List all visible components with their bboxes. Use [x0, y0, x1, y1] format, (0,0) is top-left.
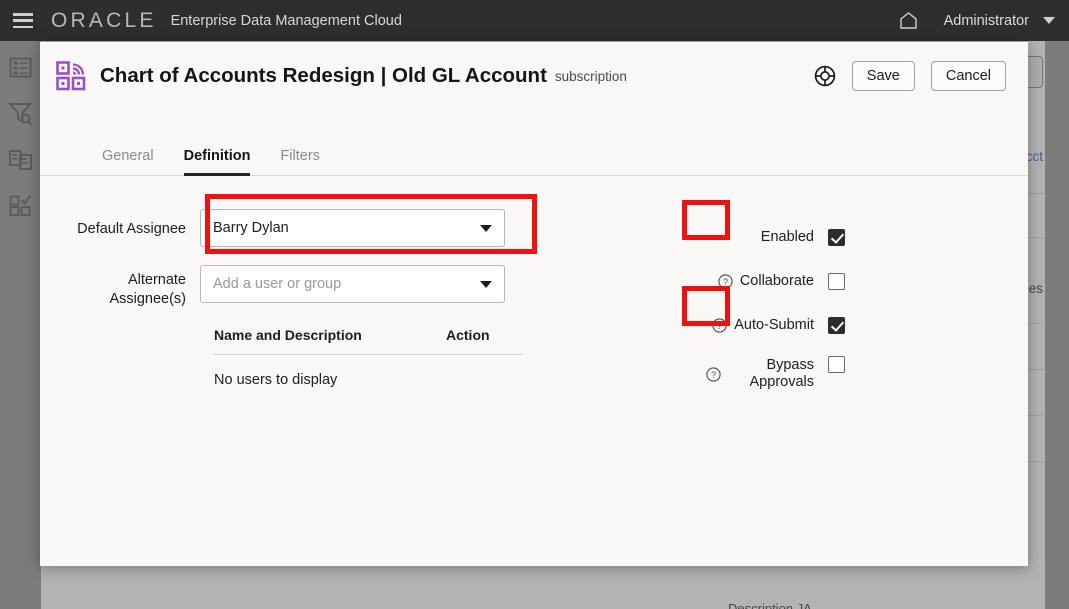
chevron-down-icon[interactable]	[480, 225, 492, 232]
checkbox-bypass-approvals[interactable]	[828, 356, 845, 373]
oracle-logo: ORACLE	[51, 8, 157, 32]
assignee-section: Default Assignee Barry Dylan Alternate A…	[40, 209, 585, 401]
option-row-bypass-approvals: ? Bypass Approvals	[605, 347, 845, 401]
options-section: Enabled ? Collaborate ? Auto-Submit ? By…	[605, 209, 845, 401]
save-button[interactable]: Save	[851, 61, 915, 91]
application-name: Enterprise Data Management Cloud	[170, 12, 402, 29]
dialog-header: Chart of Accounts Redesign | Old GL Acco…	[40, 42, 1028, 110]
header-right-actions: Administrator	[892, 12, 1069, 29]
default-assignee-label: Default Assignee	[77, 221, 186, 237]
tab-filters[interactable]: Filters	[280, 148, 319, 176]
option-label-collaborate: Collaborate	[739, 272, 814, 289]
sidebar-item-browse[interactable]	[8, 55, 33, 80]
option-row-collaborate: ? Collaborate	[605, 259, 845, 303]
option-label-enabled: Enabled	[760, 228, 814, 245]
dialog-title: Chart of Accounts Redesign | Old GL Acco…	[100, 64, 547, 87]
table-header-row: Name and Description Action	[214, 327, 522, 355]
tab-definition[interactable]: Definition	[183, 148, 251, 176]
hamburger-menu-icon[interactable]	[13, 13, 33, 28]
default-assignee-select[interactable]: Barry Dylan	[200, 209, 505, 247]
home-icon[interactable]	[892, 12, 926, 29]
subscription-dialog: Chart of Accounts Redesign | Old GL Acco…	[40, 42, 1028, 566]
dialog-body: Default Assignee Barry Dylan Alternate A…	[40, 176, 1028, 401]
option-label-bypass-approvals: Bypass Approvals	[749, 357, 814, 390]
background-description-text: Description JA	[728, 601, 812, 609]
option-row-enabled: Enabled	[605, 215, 845, 259]
help-icon[interactable]: ?	[718, 273, 733, 289]
svg-text:?: ?	[717, 321, 722, 331]
sidebar-item-compare[interactable]	[8, 147, 33, 172]
checkbox-auto-submit[interactable]	[828, 316, 845, 334]
cancel-button[interactable]: Cancel	[930, 61, 1006, 91]
option-row-auto-submit: ? Auto-Submit	[605, 303, 845, 347]
global-header: ORACLE Enterprise Data Management Cloud …	[0, 0, 1069, 41]
option-label-auto-submit: Auto-Submit	[734, 316, 814, 333]
help-icon[interactable]: ?	[706, 366, 721, 382]
default-assignee-row: Default Assignee Barry Dylan	[60, 209, 585, 247]
application-window: ORACLE Enterprise Data Management Cloud …	[0, 0, 1069, 609]
alternate-assignees-select[interactable]: Add a user or group	[200, 265, 505, 303]
svg-text:?: ?	[711, 370, 716, 380]
dialog-subtitle: subscription	[554, 68, 627, 84]
alternate-assignees-label: Alternate Assignee(s)	[109, 272, 186, 307]
tab-general[interactable]: General	[102, 148, 154, 176]
background-scroll-region[interactable]	[1045, 41, 1069, 609]
lifesaver-help-icon[interactable]	[814, 65, 836, 87]
alternate-assignees-placeholder: Add a user or group	[213, 276, 342, 292]
assignee-users-table: Name and Description Action No users to …	[214, 327, 522, 388]
background-link[interactable]: cct	[1026, 149, 1043, 164]
checkbox-collaborate[interactable]	[828, 272, 845, 290]
checkbox-enabled[interactable]	[828, 228, 845, 246]
left-sidebar	[0, 41, 41, 609]
sidebar-item-requests[interactable]	[7, 101, 33, 126]
chevron-down-icon[interactable]	[1043, 17, 1055, 24]
column-header-name-description: Name and Description	[214, 327, 362, 343]
dialog-tabs: General Definition Filters	[40, 132, 1028, 176]
background-text-fragment: ies	[1025, 281, 1043, 296]
subscription-grid-icon	[56, 61, 86, 91]
alternate-assignees-row: Alternate Assignee(s) Add a user or grou…	[60, 265, 585, 309]
table-empty-message: No users to display	[214, 372, 338, 388]
user-menu-label[interactable]: Administrator	[944, 13, 1029, 29]
svg-text:?: ?	[723, 277, 728, 287]
sidebar-item-validate[interactable]	[8, 193, 33, 218]
help-icon[interactable]: ?	[712, 317, 727, 333]
dialog-header-actions: Save Cancel	[814, 61, 1028, 91]
column-header-action: Action	[446, 327, 490, 343]
chevron-down-icon[interactable]	[480, 281, 492, 288]
default-assignee-value: Barry Dylan	[213, 220, 289, 236]
